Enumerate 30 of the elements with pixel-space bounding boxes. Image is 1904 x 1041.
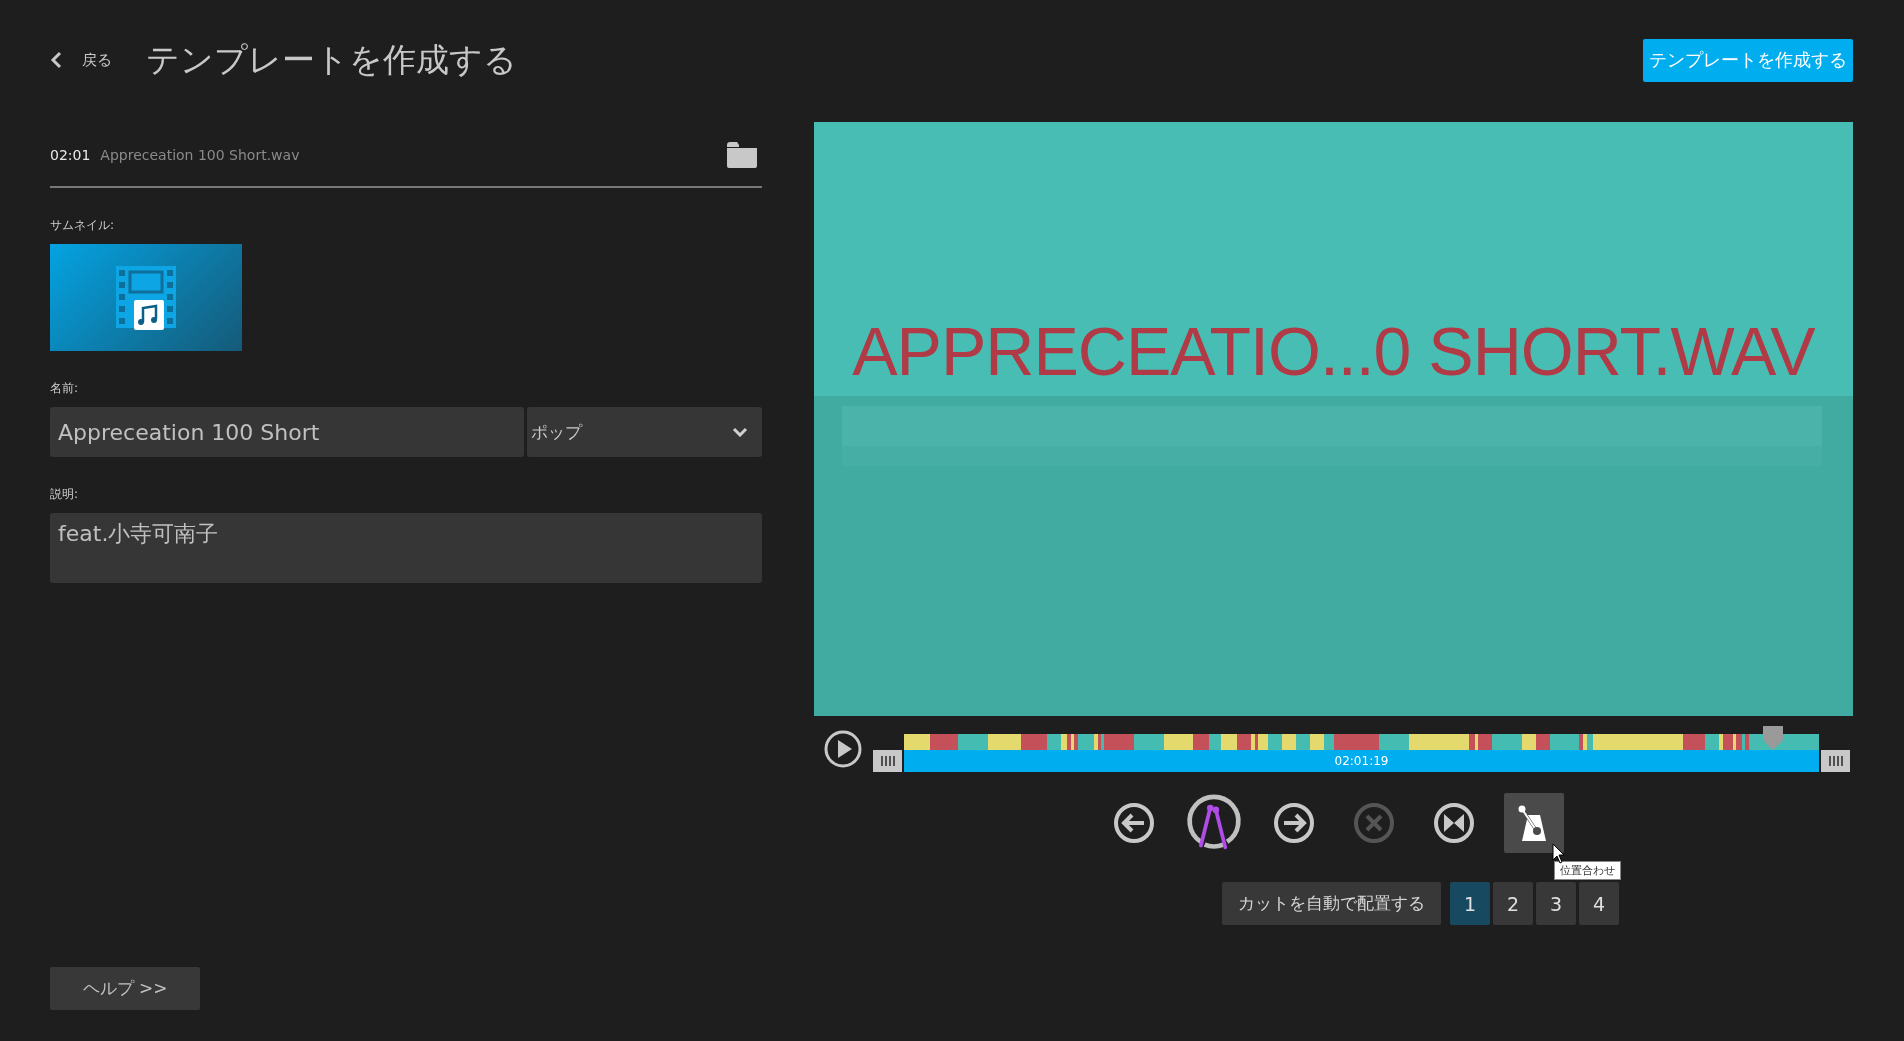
back-icon [50,51,62,69]
back-link[interactable]: 戻る [50,50,112,70]
thumbnail-label: サムネイル: [50,217,116,234]
play-icon[interactable] [823,729,863,769]
page-tab[interactable]: 3 [1536,882,1576,925]
video-music-icon [114,263,178,332]
left-trim-handle[interactable] [873,750,902,772]
playhead-handle[interactable] [1763,726,1784,750]
auto-place-button[interactable]: カットを自動で配置する [1222,882,1441,925]
file-duration: 02:01 [50,147,91,163]
page-title: テンプレートを作成する [146,38,517,81]
genre-dropdown[interactable]: ポップ [527,407,762,457]
file-name: Appreceation 100 Short.wav [100,147,301,163]
description-input[interactable]: feat.小寺可南子 [50,513,762,583]
preview-title: APPRECEATIO...0 SHORT.WAV [852,312,1815,391]
cursor-icon [1551,843,1566,865]
page-tab[interactable]: 4 [1579,882,1619,925]
page-tab[interactable]: 2 [1493,882,1533,925]
help-button[interactable]: ヘルプ >> [50,967,200,1010]
thumbnail-image[interactable] [50,244,242,351]
tooltip: 位置合わせ [1553,861,1621,880]
folder-icon[interactable] [727,142,757,168]
description-label: 説明: [50,486,80,503]
close-icon [1351,801,1396,845]
name-input[interactable]: Appreceation 100 Short [50,407,524,457]
bowtie-icon [1431,801,1476,845]
chevron-down-icon [732,427,748,437]
name-label: 名前: [50,380,80,397]
page-tab[interactable]: 1 [1450,882,1490,925]
right-trim-handle[interactable] [1821,750,1850,772]
